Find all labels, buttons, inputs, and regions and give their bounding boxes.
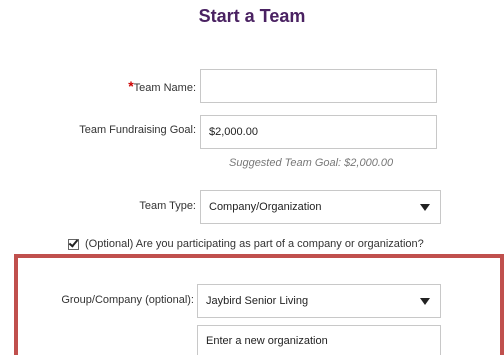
team-type-label: Team Type: [139, 200, 196, 212]
start-team-form: Start a Team *Team Name: Team Fundraisin… [0, 0, 504, 355]
team-name-label: *Team Name: [60, 78, 196, 94]
page-title: Start a Team [198, 6, 306, 26]
group-company-label: Group/Company (optional): [61, 294, 194, 306]
team-type-selected: Company/Organization [209, 201, 322, 213]
team-type-select[interactable]: Company/Organization [200, 190, 441, 224]
dropdown-arrow-icon [420, 203, 430, 211]
group-company-select[interactable]: Jaybird Senior Living [197, 284, 441, 318]
team-name-label-text: Team Name: [133, 82, 196, 94]
fundraising-goal-label: Team Fundraising Goal: [79, 124, 196, 136]
company-checkbox-row[interactable]: (Optional) Are you participating as part… [68, 236, 424, 250]
suggested-goal-hint: Suggested Team Goal: $2,000.00 [229, 157, 394, 169]
company-checkbox-label: (Optional) Are you participating as part… [85, 238, 424, 250]
dropdown-arrow-icon [420, 297, 430, 305]
group-company-selected: Jaybird Senior Living [206, 295, 309, 307]
fundraising-goal-input[interactable]: $2,000.00 [200, 115, 437, 149]
company-checkbox[interactable] [68, 236, 79, 250]
new-organization-input[interactable]: Enter a new organization [197, 325, 441, 355]
team-name-input[interactable] [200, 69, 437, 103]
checkmark-icon [68, 236, 79, 248]
